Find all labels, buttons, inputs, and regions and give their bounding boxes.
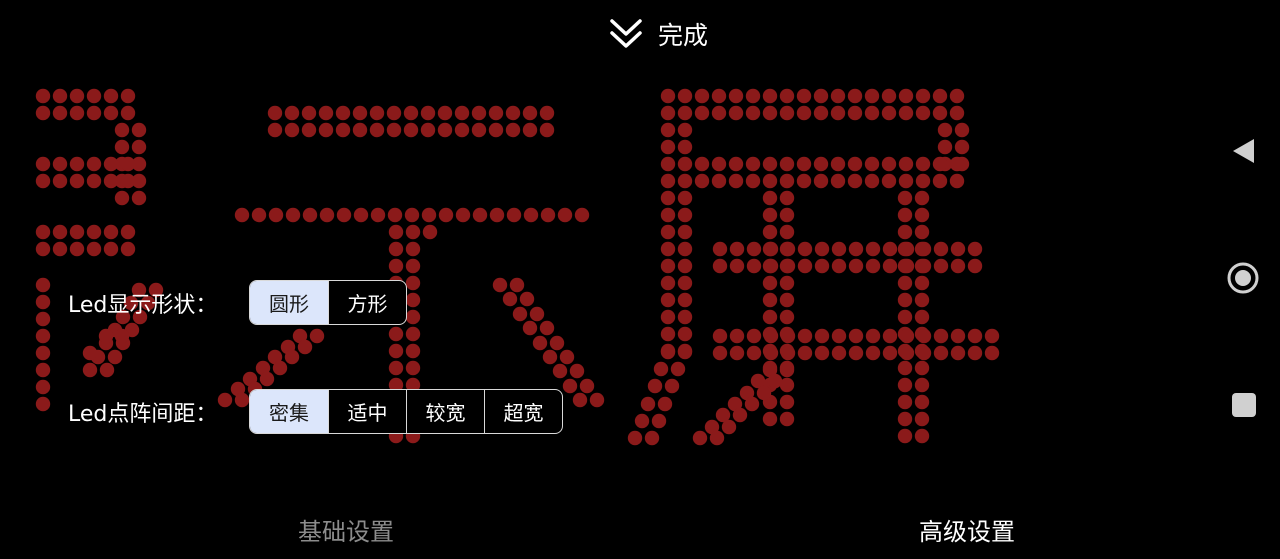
spacing-option-medium[interactable]: 适中: [328, 390, 406, 433]
spacing-option-extra-wide[interactable]: 超宽: [484, 390, 562, 433]
done-button[interactable]: 完成: [608, 14, 708, 54]
double-chevron-down-icon: [610, 19, 642, 48]
shape-setting-label: Led显示形状：: [68, 292, 218, 318]
spacing-option-dense[interactable]: 密集: [250, 390, 328, 433]
tab-advanced-settings[interactable]: 高级设置: [919, 512, 1015, 547]
spacing-option-wide[interactable]: 较宽: [406, 390, 484, 433]
shape-setting-row: Led显示形状： 圆形 方形: [68, 280, 407, 325]
done-label: 完成: [658, 21, 709, 50]
shape-option-square[interactable]: 方形: [328, 281, 406, 324]
spacing-setting-label: Led点阵间距：: [68, 401, 218, 427]
tab-basic-settings[interactable]: 基础设置: [298, 512, 394, 547]
home-circle-icon[interactable]: [1226, 261, 1260, 295]
recents-square-icon[interactable]: [1231, 392, 1257, 418]
spacing-segmented-control: 密集 适中 较宽 超宽: [249, 389, 563, 434]
shape-option-circle[interactable]: 圆形: [250, 281, 328, 324]
shape-segmented-control: 圆形 方形: [249, 280, 407, 325]
back-triangle-icon[interactable]: [1230, 136, 1258, 166]
spacing-setting-row: Led点阵间距： 密集 适中 较宽 超宽: [68, 389, 563, 434]
